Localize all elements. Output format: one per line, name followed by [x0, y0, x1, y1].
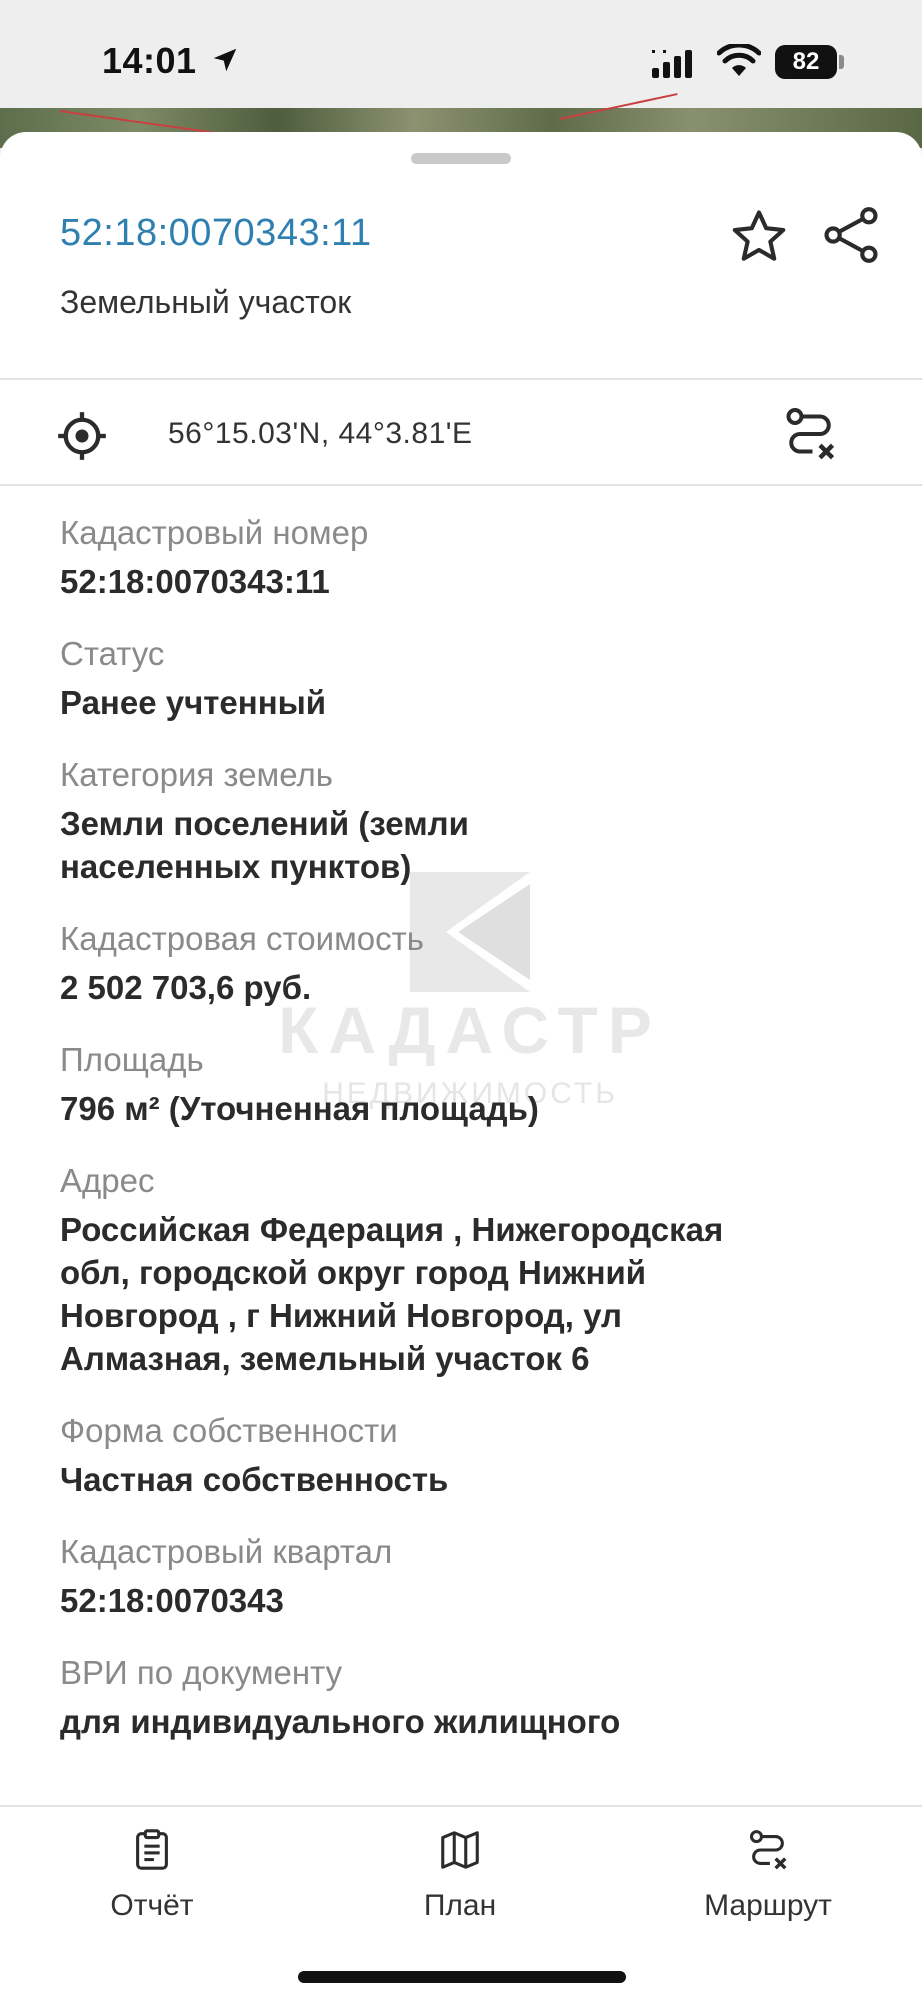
property-value[interactable]: 52:18:0070343	[60, 1579, 860, 1622]
route-icon[interactable]	[780, 404, 840, 464]
nav-plan-label: План	[423, 1889, 497, 1922]
property-label: Кадастровый квартал	[60, 1533, 393, 1570]
favorite-star-icon[interactable]	[728, 206, 790, 268]
property-value: Земли поселений (земли населенных пункто…	[60, 805, 469, 885]
home-indicator[interactable]	[298, 1971, 626, 1983]
property-label: Кадастровый номер	[60, 514, 369, 551]
property-value[interactable]: 52:18:0070343:11	[60, 560, 860, 603]
divider	[0, 484, 922, 486]
nav-route-label: Маршрут	[704, 1889, 832, 1922]
map-icon	[441, 1831, 479, 1869]
cellular-signal-icon	[652, 50, 692, 78]
route-icon	[749, 1830, 787, 1870]
property-value: 796 м² (Уточненная площадь)	[60, 1090, 539, 1127]
property-label: Форма собственности	[60, 1412, 398, 1449]
battery-indicator: 82	[775, 45, 837, 79]
property-label: Категория земель	[60, 756, 333, 793]
nav-report-button[interactable]: Отчёт	[52, 1827, 252, 1923]
status-bar: 14:01 82	[0, 0, 922, 110]
nav-route-button[interactable]: Маршрут	[668, 1827, 868, 1923]
property-value: Ранее учтенный	[60, 684, 327, 721]
property-cadastral-quarter: Кадастровый квартал 52:18:0070343	[60, 1531, 860, 1622]
nav-report-label: Отчёт	[110, 1889, 194, 1922]
parcel-details-sheet: 52:18:0070343:11 Земельный участок 56°15…	[0, 132, 922, 2000]
battery-cap	[839, 55, 844, 69]
property-label: Площадь	[60, 1041, 204, 1078]
property-value: для индивидуального жилищного	[60, 1703, 621, 1740]
clipboard-report-icon	[136, 1829, 168, 1870]
property-value: Частная собственность	[60, 1461, 449, 1498]
property-permitted-use: ВРИ по документу для индивидуального жил…	[60, 1652, 860, 1743]
property-cadastral-number: Кадастровый номер 52:18:0070343:11	[60, 512, 860, 603]
properties-list: Кадастровый номер 52:18:0070343:11 Стату…	[60, 512, 860, 1773]
coordinates-row[interactable]: 56°15.03'N, 44°3.81'E	[0, 380, 922, 484]
property-label: Адрес	[60, 1162, 155, 1199]
location-target-icon	[58, 412, 106, 460]
sheet-drag-handle[interactable]	[411, 153, 511, 164]
parcel-type: Земельный участок	[60, 284, 352, 320]
nav-plan-button[interactable]: План	[360, 1827, 560, 1923]
property-label: Статус	[60, 635, 165, 672]
property-value[interactable]: Российская Федерация , Нижегородская обл…	[60, 1208, 860, 1380]
property-area: Площадь 796 м² (Уточненная площадь)	[60, 1039, 860, 1130]
wifi-icon	[717, 44, 761, 76]
coordinates-text[interactable]: 56°15.03'N, 44°3.81'E	[168, 417, 473, 451]
property-value: 2 502 703,6 руб.	[60, 969, 312, 1006]
location-arrow-icon	[213, 48, 237, 72]
property-status: Статус Ранее учтенный	[60, 633, 860, 724]
property-label: ВРИ по документу	[60, 1654, 343, 1691]
share-icon[interactable]	[818, 202, 884, 268]
property-land-category: Категория земель Земли поселений (земли …	[60, 754, 860, 888]
property-cadastral-value: Кадастровая стоимость 2 502 703,6 руб.	[60, 918, 860, 1009]
parcel-number-link[interactable]: 52:18:0070343:11	[60, 212, 372, 255]
property-ownership-form: Форма собственности Частная собственност…	[60, 1410, 860, 1501]
status-time: 14:01	[102, 40, 197, 81]
property-address: Адрес Российская Федерация , Нижегородск…	[60, 1160, 860, 1380]
property-label: Кадастровая стоимость	[60, 920, 424, 957]
